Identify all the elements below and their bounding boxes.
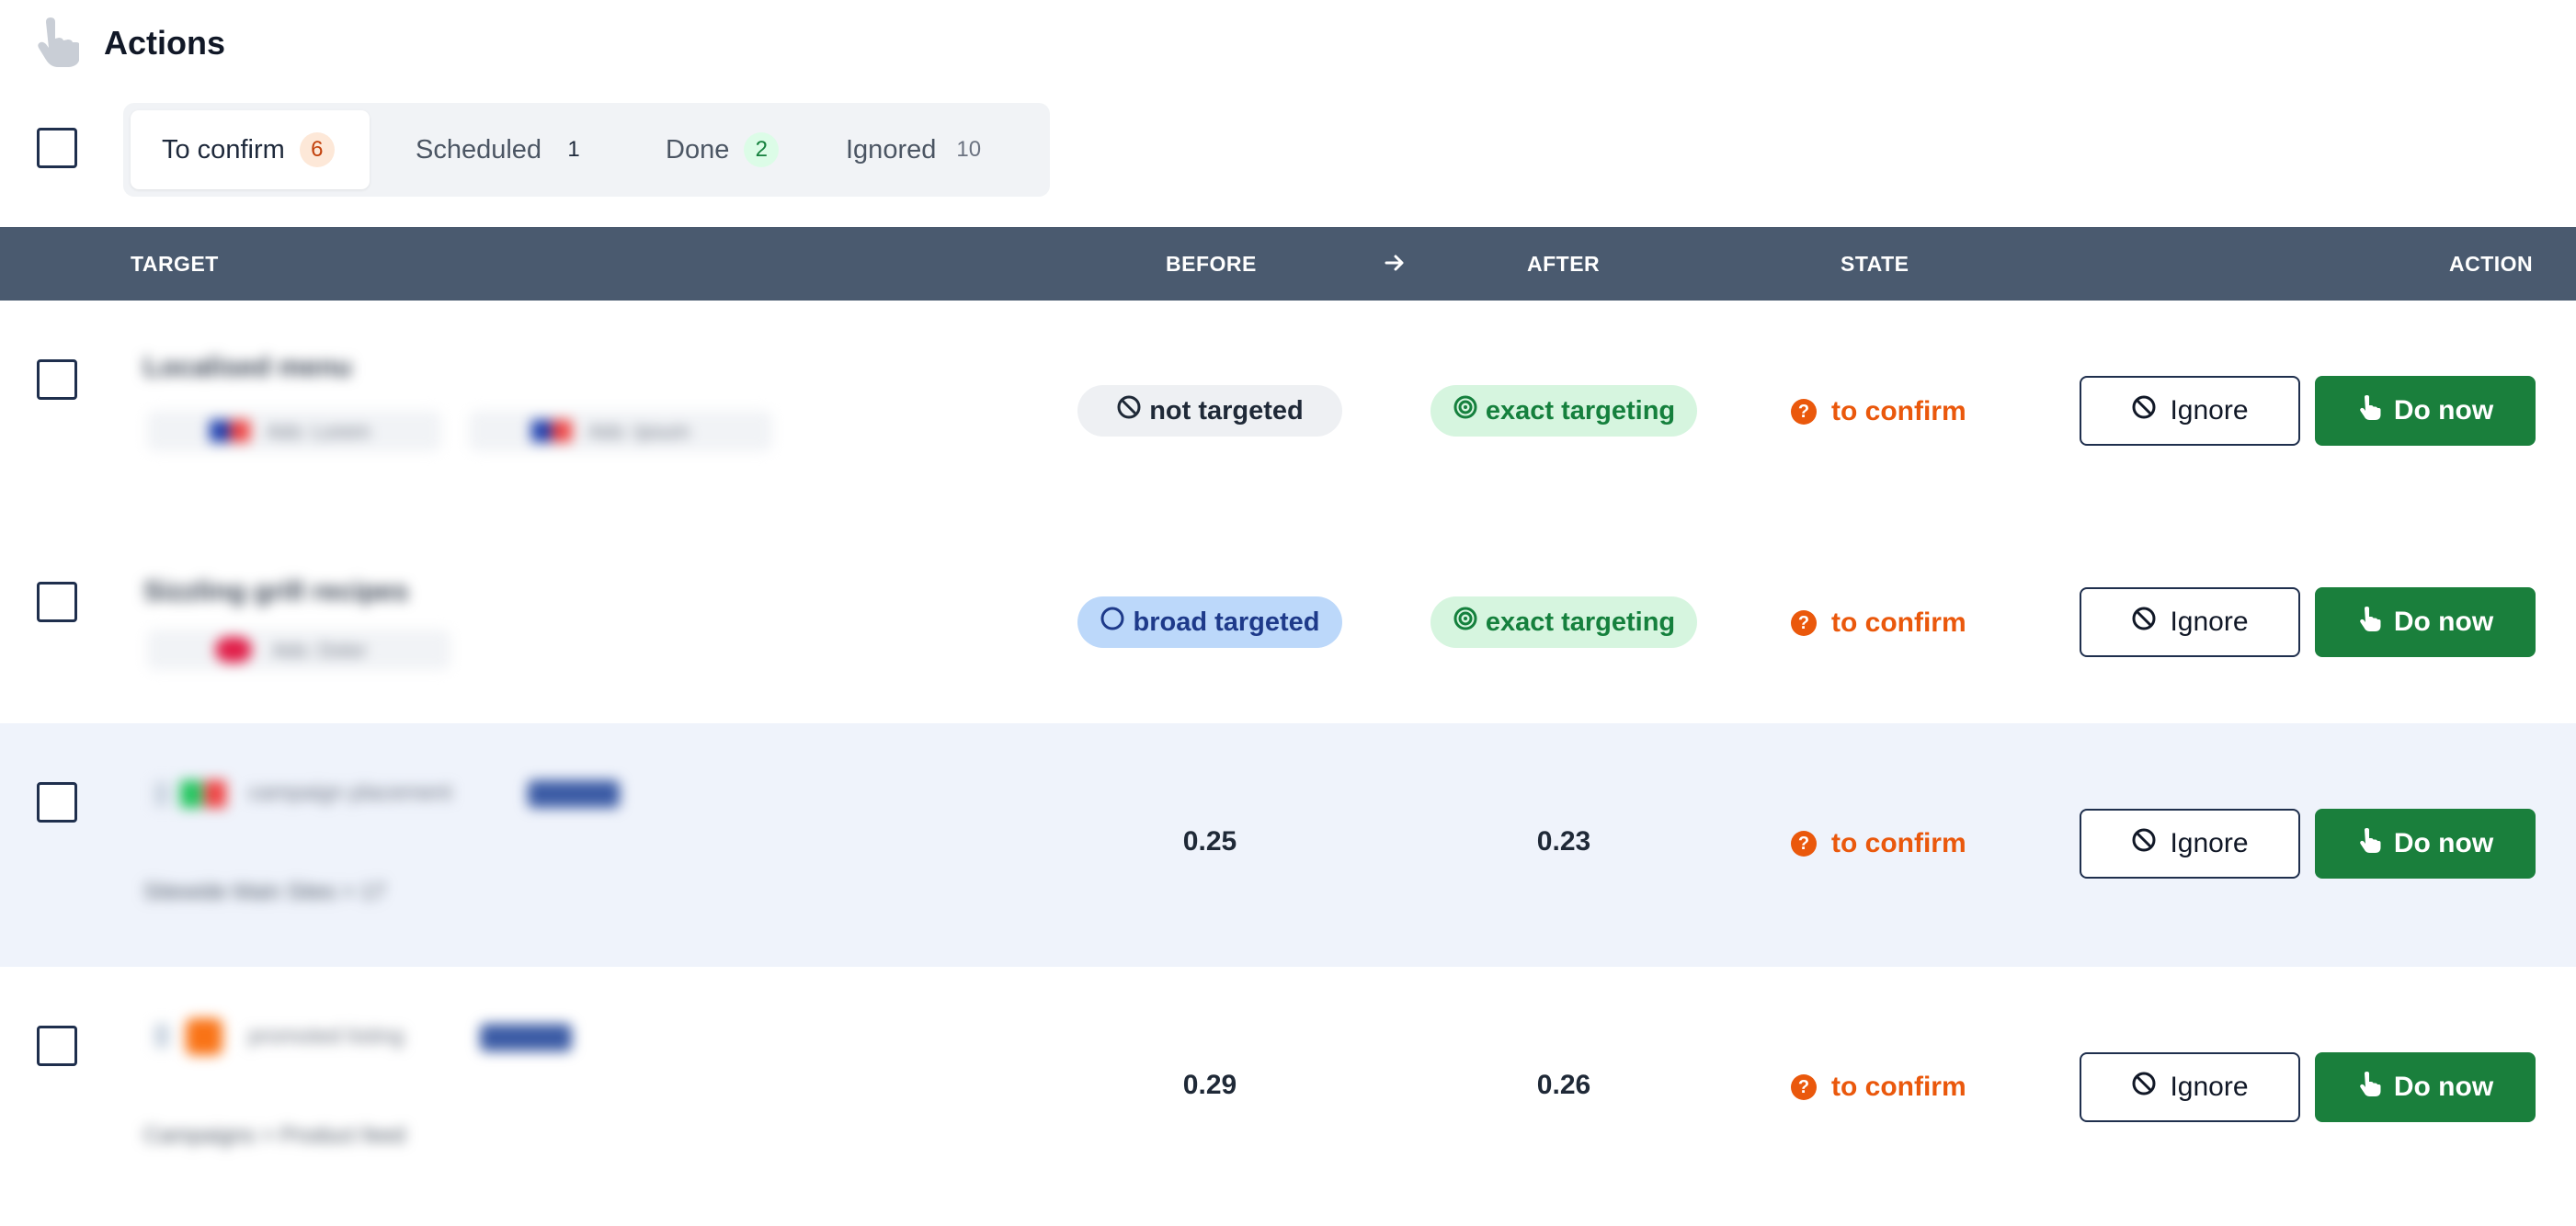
before-value: 0.29 — [1182, 1070, 1237, 1100]
arrow-right-icon — [1383, 251, 1407, 279]
tab-count-badge: 1 — [567, 137, 580, 162]
table-header: TARGET BEFORE AFTER STATE ACTION — [0, 227, 2576, 301]
state-label: ? to confirm — [1791, 828, 1966, 859]
state-label: ? to confirm — [1791, 1072, 1966, 1103]
target-title-group: promoted listing — [147, 1016, 588, 1057]
do-now-button[interactable]: Do now — [2315, 809, 2536, 879]
column-header-after: AFTER — [1527, 252, 1601, 276]
target-title: Localised menu — [143, 352, 352, 382]
table-row: Sizzling grill recipes Ads: Dolor broad … — [0, 512, 2576, 723]
state-label: ? to confirm — [1791, 396, 1966, 427]
ignore-button[interactable]: Ignore — [2080, 1052, 2300, 1122]
pointing-hand-icon — [2357, 827, 2394, 860]
target-icon — [1453, 394, 1486, 427]
do-now-button[interactable]: Do now — [2315, 587, 2536, 657]
select-all-checkbox[interactable] — [37, 128, 77, 168]
circle-icon — [1100, 606, 1133, 639]
target-icon — [1453, 606, 1486, 639]
column-header-state: STATE — [1841, 252, 1909, 276]
question-icon: ? — [1791, 831, 1817, 857]
tab-count-badge: 6 — [299, 132, 335, 167]
tab-label: Ignored — [846, 134, 937, 165]
column-header-before: BEFORE — [1166, 252, 1257, 276]
tab-count-badge: 10 — [956, 137, 982, 162]
state-label: ? to confirm — [1791, 607, 1966, 639]
after-value: 0.23 — [1536, 826, 1591, 857]
pointing-hand-icon — [2357, 606, 2394, 639]
row-checkbox[interactable] — [37, 582, 77, 622]
tab-count-badge: 2 — [744, 132, 780, 167]
ban-icon — [2131, 1071, 2170, 1104]
target-title-group: campaign placement — [147, 777, 625, 812]
row-checkbox[interactable] — [37, 782, 77, 823]
table-row: campaign placement Sitewide Main Sites >… — [0, 723, 2576, 967]
tab-to-confirm[interactable]: To confirm 6 — [131, 110, 370, 189]
after-badge: exact targeting — [1430, 385, 1697, 437]
tab-label: Done — [666, 134, 730, 165]
target-meta: Campaigns > Product feed — [143, 1123, 405, 1148]
row-checkbox[interactable] — [37, 359, 77, 400]
do-now-button[interactable]: Do now — [2315, 376, 2536, 446]
tab-done[interactable]: Done 2 — [634, 110, 800, 189]
do-now-button[interactable]: Do now — [2315, 1052, 2536, 1122]
table-row: promoted listing Campaigns > Product fee… — [0, 967, 2576, 1226]
ban-icon — [1116, 394, 1149, 427]
before-badge: not targeted — [1077, 385, 1342, 437]
column-header-target: TARGET — [131, 252, 219, 276]
tab-ignored[interactable]: Ignored 10 — [815, 110, 1017, 189]
ban-icon — [2131, 394, 2170, 427]
question-icon: ? — [1791, 1074, 1817, 1100]
target-chip: Ads: Ipsum — [469, 411, 772, 451]
question-icon: ? — [1791, 399, 1817, 425]
tab-bar: To confirm 6 Scheduled 1 Done 2 Ignored … — [123, 103, 1050, 197]
table-row: Localised menu Ads: Lorem Ads: Ipsum not… — [0, 301, 2576, 512]
ban-icon — [2131, 827, 2170, 860]
column-header-action: ACTION — [2449, 252, 2534, 276]
ban-icon — [2131, 606, 2170, 639]
tab-label: Scheduled — [416, 134, 542, 165]
tab-label: To confirm — [162, 134, 285, 165]
page-title: Actions — [104, 24, 226, 62]
tab-scheduled[interactable]: Scheduled 1 — [384, 110, 605, 189]
pointing-hand-icon — [2357, 394, 2394, 427]
after-value: 0.26 — [1536, 1070, 1591, 1100]
target-chip: Ads: Dolor — [147, 630, 450, 670]
pointing-hand-icon — [2357, 1071, 2394, 1104]
row-checkbox[interactable] — [37, 1026, 77, 1066]
target-title: Sizzling grill recipes — [143, 576, 409, 607]
question-icon: ? — [1791, 610, 1817, 636]
ignore-button[interactable]: Ignore — [2080, 587, 2300, 657]
hand-logo-icon — [33, 17, 80, 68]
after-badge: exact targeting — [1430, 596, 1697, 648]
before-value: 0.25 — [1182, 826, 1237, 857]
ignore-button[interactable]: Ignore — [2080, 376, 2300, 446]
target-chip: Ads: Lorem — [147, 411, 441, 451]
before-badge: broad targeted — [1077, 596, 1342, 648]
ignore-button[interactable]: Ignore — [2080, 809, 2300, 879]
target-meta: Sitewide Main Sites > 17 — [143, 880, 386, 904]
